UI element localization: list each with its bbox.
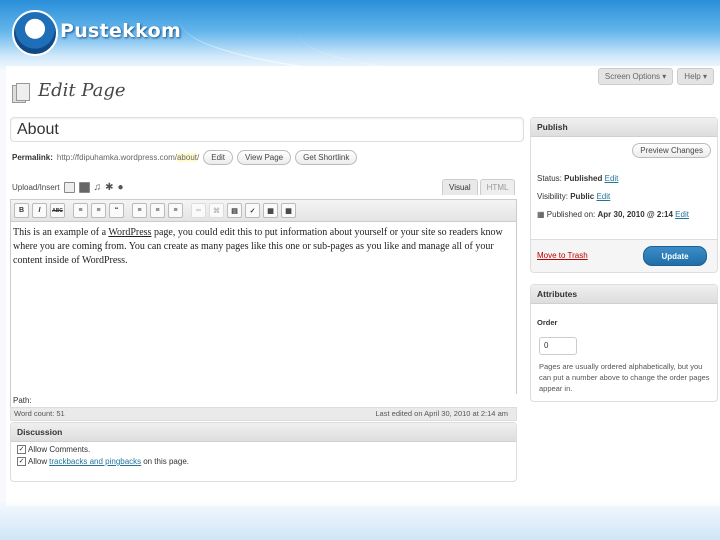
screen-meta-tabs: Screen Options ▾ Help ▾ <box>597 68 714 85</box>
publish-title[interactable]: Publish <box>531 118 717 137</box>
get-shortlink-button[interactable]: Get Shortlink <box>295 150 358 165</box>
brand-name: Pustekkom <box>60 20 182 42</box>
permalink-trailing: / <box>197 153 200 162</box>
allow-comments-label: Allow Comments. <box>28 445 91 454</box>
last-edited: Last edited on April 30, 2010 at 2:14 am <box>375 409 508 418</box>
slide-bottom-decoration <box>0 500 720 540</box>
kitchen-sink-button[interactable]: ▦ <box>281 203 296 218</box>
bold-button[interactable]: B <box>14 203 29 218</box>
add-media-icon[interactable]: ✱ <box>105 183 113 193</box>
content-editor[interactable]: B I ABC ≡ ≡ “ ≡ ≡ ≡ ∞ ⌘ ▤ ✓ ▦ ▦ This is … <box>10 199 518 407</box>
status-label: Status: <box>537 174 562 183</box>
editor-toolbar: B I ABC ≡ ≡ “ ≡ ≡ ≡ ∞ ⌘ ▤ ✓ ▦ ▦ <box>11 200 516 222</box>
tab-visual[interactable]: Visual <box>442 179 478 195</box>
view-page-button[interactable]: View Page <box>237 150 292 165</box>
allow-trackbacks-prefix: Allow <box>28 457 48 466</box>
align-left-button[interactable]: ≡ <box>132 203 147 218</box>
tab-html[interactable]: HTML <box>479 179 516 195</box>
edit-date-link[interactable]: Edit <box>675 210 689 219</box>
visibility-label: Visibility: <box>537 192 568 201</box>
update-button[interactable]: Update <box>643 246 707 266</box>
calendar-icon: ▦ <box>537 210 545 219</box>
order-help-text: Pages are usually ordered alphabetically… <box>539 362 710 393</box>
pustekkom-logo-icon <box>12 10 58 56</box>
publish-box: Publish Preview Changes Status: Publishe… <box>530 117 718 273</box>
permalink-slug[interactable]: about <box>176 153 197 162</box>
visibility-value: Public <box>570 192 595 201</box>
slide-banner: Pustekkom <box>0 0 720 70</box>
align-center-button[interactable]: ≡ <box>150 203 165 218</box>
status-line: Status: Published Edit <box>537 174 618 183</box>
wordpress-screen: Screen Options ▾ Help ▾ Edit Page About … <box>6 66 720 506</box>
unlink-button[interactable]: ⌘ <box>209 203 224 218</box>
attributes-title[interactable]: Attributes <box>531 285 717 304</box>
discussion-title[interactable]: Discussion <box>11 423 516 442</box>
numbered-list-button[interactable]: ≡ <box>91 203 106 218</box>
screen-options-tab[interactable]: Screen Options ▾ <box>597 68 674 85</box>
published-value: Apr 30, 2010 @ 2:14 <box>597 210 673 219</box>
upload-insert-row: Upload/Insert ♫ ✱ ● <box>12 182 124 193</box>
blockquote-button[interactable]: “ <box>109 203 124 218</box>
editor-tabs: Visual HTML <box>442 179 516 195</box>
add-image-icon[interactable] <box>63 182 75 193</box>
preview-changes-button[interactable]: Preview Changes <box>632 143 711 158</box>
insert-more-button[interactable]: ▤ <box>227 203 242 218</box>
content-text: This is an example of a <box>13 227 109 238</box>
move-to-trash-link[interactable]: Move to Trash <box>537 251 588 260</box>
publish-actions: Move to Trash Update <box>531 239 717 272</box>
pages-icon <box>12 83 30 103</box>
visibility-line: Visibility: Public Edit <box>537 192 610 201</box>
allow-trackbacks-checkbox[interactable]: ✓ <box>17 457 26 466</box>
editor-content[interactable]: This is an example of a WordPress page, … <box>11 222 516 272</box>
allow-comments-checkbox[interactable]: ✓ <box>17 445 26 454</box>
permalink-base: http://fdipuhamka.wordpress.com/about/ <box>57 153 199 162</box>
edit-status-link[interactable]: Edit <box>605 174 619 183</box>
page-title: Edit Page <box>38 80 126 101</box>
word-count: Word count: 51 <box>14 409 65 418</box>
permalink-label: Permalink: <box>12 153 53 162</box>
content-link-text: WordPress <box>108 227 152 238</box>
upload-insert-label: Upload/Insert <box>12 183 60 192</box>
published-date-line: ▦ Published on: Apr 30, 2010 @ 2:14 Edit <box>537 210 689 219</box>
edit-permalink-button[interactable]: Edit <box>203 150 234 165</box>
align-right-button[interactable]: ≡ <box>168 203 183 218</box>
permalink-row: Permalink: http://fdipuhamka.wordpress.c… <box>12 150 358 165</box>
post-title-input[interactable]: About <box>10 117 524 142</box>
add-video-icon[interactable] <box>78 182 90 193</box>
editor-status-bar: Word count: 51 Last edited on April 30, … <box>10 407 517 421</box>
order-label: Order <box>537 318 558 327</box>
add-audio-icon[interactable]: ♫ <box>94 183 102 193</box>
strikethrough-button[interactable]: ABC <box>50 203 65 218</box>
spellcheck-button[interactable]: ✓ <box>245 203 260 218</box>
order-input[interactable]: 0 <box>539 337 577 355</box>
banner-swoosh <box>300 0 720 70</box>
italic-button[interactable]: I <box>32 203 47 218</box>
discussion-box: Discussion ✓ Allow Comments. ✓ Allow tra… <box>10 422 517 482</box>
bullet-list-button[interactable]: ≡ <box>73 203 88 218</box>
status-value: Published <box>564 174 603 183</box>
attributes-box: Attributes Order 0 Pages are usually ord… <box>530 284 718 402</box>
allow-trackbacks-suffix: on this page. <box>143 457 189 466</box>
permalink-url: http://fdipuhamka.wordpress.com/ <box>56 153 177 162</box>
fullscreen-button[interactable]: ▦ <box>263 203 278 218</box>
trackbacks-link[interactable]: trackbacks and pingbacks <box>49 457 141 466</box>
insert-link-button[interactable]: ∞ <box>191 203 206 218</box>
allow-trackbacks-row: ✓ Allow trackbacks and pingbacks on this… <box>17 457 516 466</box>
help-tab[interactable]: Help ▾ <box>677 68 714 85</box>
edit-visibility-link[interactable]: Edit <box>596 192 610 201</box>
editor-path: Path: <box>11 394 518 407</box>
allow-comments-row: ✓ Allow Comments. <box>17 445 516 454</box>
add-poll-icon[interactable]: ● <box>117 183 123 193</box>
published-label: Published on: <box>546 210 596 219</box>
